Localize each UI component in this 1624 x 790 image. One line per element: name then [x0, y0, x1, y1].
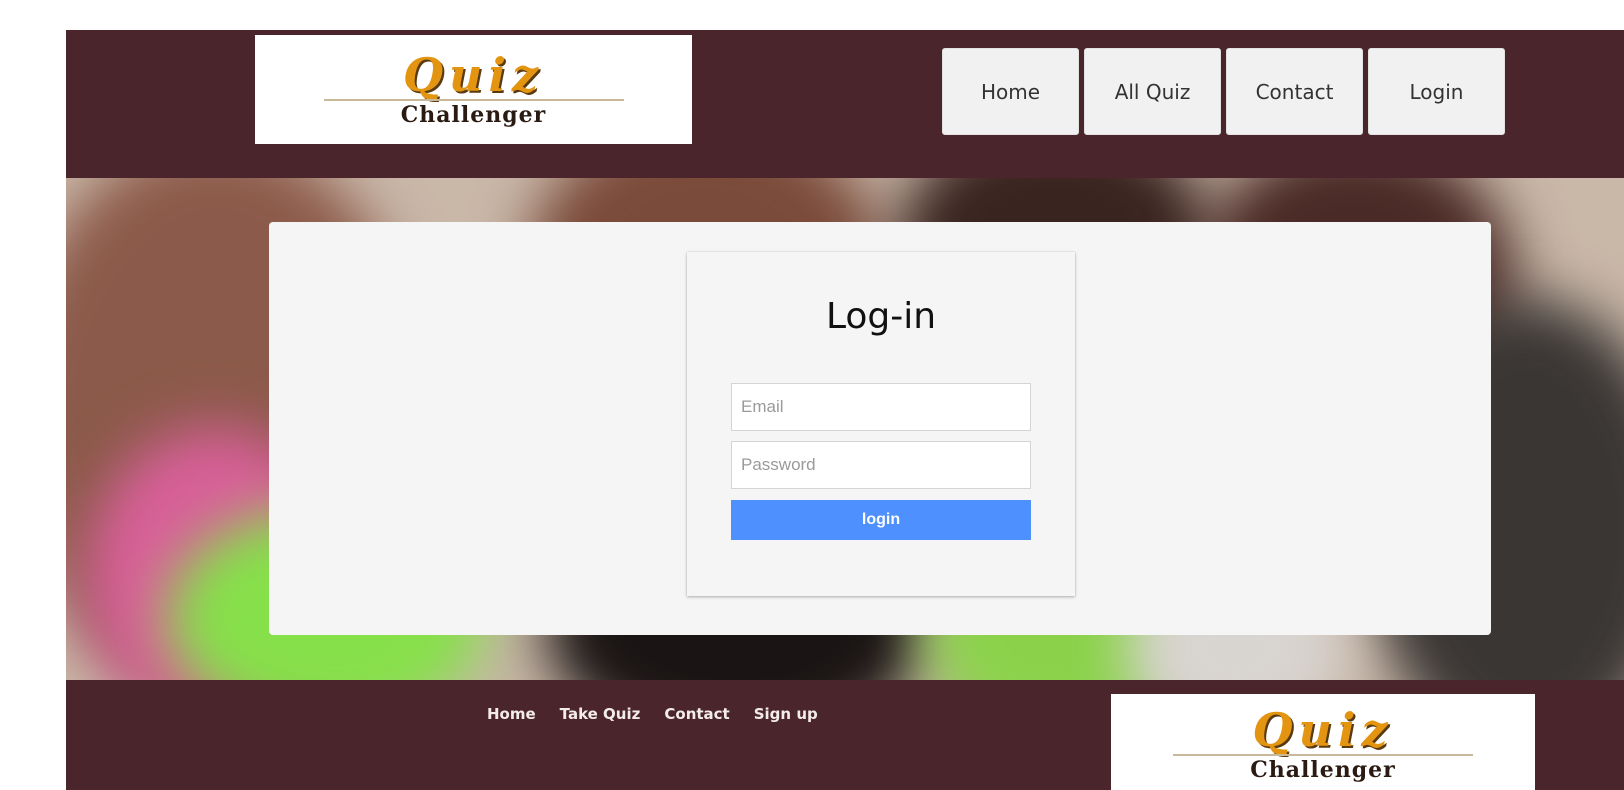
- footer-link-contact[interactable]: Contact: [664, 705, 729, 723]
- logo-title: Quiz: [402, 47, 545, 102]
- logo-subtitle: Challenger: [400, 101, 547, 128]
- hero-background: Log-in login: [66, 178, 1624, 680]
- login-card: Log-in login: [687, 252, 1075, 596]
- site-footer: Home Take Quiz Contact Sign up Quiz Chal…: [66, 680, 1624, 790]
- nav-all-quiz-button[interactable]: All Quiz: [1084, 48, 1221, 135]
- footer-link-take-quiz[interactable]: Take Quiz: [560, 705, 641, 723]
- footer-link-sign-up[interactable]: Sign up: [754, 705, 818, 723]
- footer-nav: Home Take Quiz Contact Sign up: [487, 705, 842, 723]
- logo-title: Quiz: [1252, 703, 1394, 757]
- login-button[interactable]: login: [731, 500, 1031, 540]
- footer-link-home[interactable]: Home: [487, 705, 536, 723]
- content-panel: Log-in login: [269, 222, 1491, 635]
- nav-home-button[interactable]: Home: [942, 48, 1079, 135]
- email-input[interactable]: [731, 383, 1031, 431]
- main-nav: Home All Quiz Contact Login: [942, 48, 1505, 135]
- logo-subtitle: Challenger: [1250, 757, 1396, 783]
- logo-rule: [1173, 754, 1473, 756]
- site-header: Quiz Challenger Home All Quiz Contact Lo…: [66, 30, 1624, 178]
- login-title: Log-in: [825, 296, 937, 337]
- logo-rule: [323, 98, 624, 101]
- nav-contact-button[interactable]: Contact: [1226, 48, 1363, 135]
- footer-logo: Quiz Challenger: [1111, 694, 1535, 790]
- header-logo[interactable]: Quiz Challenger: [255, 35, 692, 144]
- password-input[interactable]: [731, 441, 1031, 489]
- page: Quiz Challenger Home All Quiz Contact Lo…: [66, 30, 1624, 790]
- nav-login-button[interactable]: Login: [1368, 48, 1505, 135]
